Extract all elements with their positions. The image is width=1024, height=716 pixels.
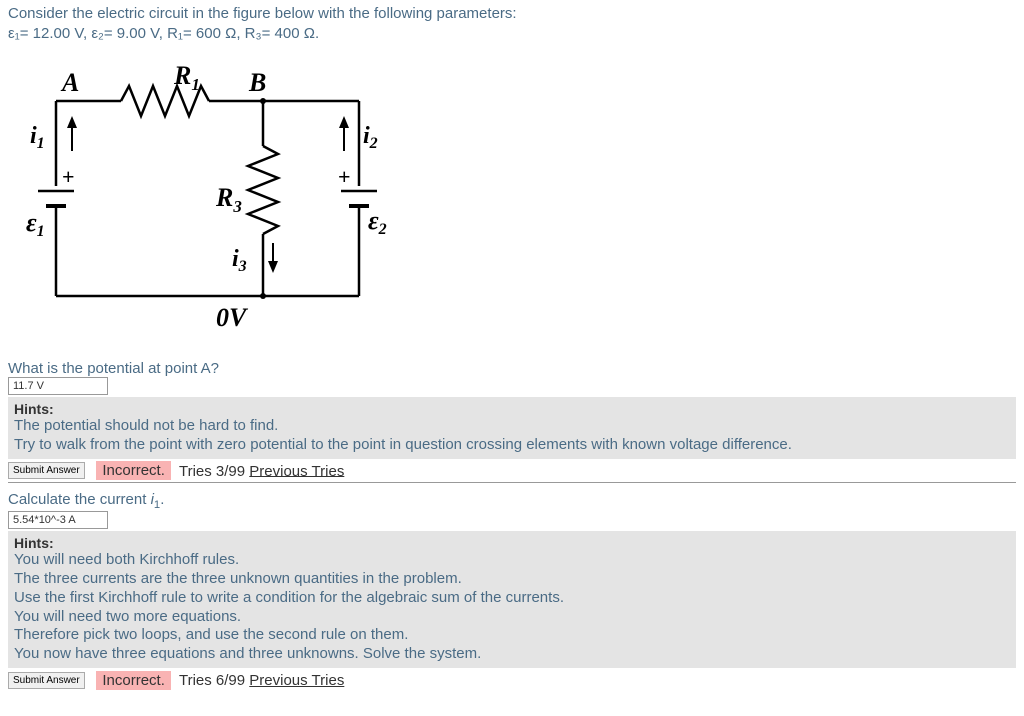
svg-text:A: A xyxy=(60,68,79,97)
svg-text:i1: i1 xyxy=(30,123,45,152)
q1-question: What is the potential at point A? xyxy=(8,360,1016,377)
q1-tries: Tries 3/99 xyxy=(179,462,249,479)
q1-previous-tries-link[interactable]: Previous Tries xyxy=(249,462,344,479)
circuit-diagram: A R1 B i1 + ε1 0V R3 i3 xyxy=(26,51,1016,344)
q2-status: Incorrect. xyxy=(96,671,171,690)
svg-text:ε2: ε2 xyxy=(368,206,387,238)
svg-text:i2: i2 xyxy=(363,123,378,152)
q1-answer-input[interactable]: 11.7 V xyxy=(8,377,108,395)
q2-hints: Hints: You will need both Kirchhoff rule… xyxy=(8,531,1016,668)
svg-text:+: + xyxy=(338,164,351,189)
q2-submit-button[interactable]: Submit Answer xyxy=(8,672,85,689)
svg-text:B: B xyxy=(248,68,266,97)
q2-answer-input[interactable]: 5.54*10^-3 A xyxy=(8,511,108,529)
q1-hint1: The potential should not be hard to find… xyxy=(14,417,278,434)
q1-hints: Hints: The potential should not be hard … xyxy=(8,397,1016,459)
q2-tries: Tries 6/99 xyxy=(179,672,249,689)
q2-hint3: Use the first Kirchhoff rule to write a … xyxy=(14,589,564,606)
hints-label: Hints: xyxy=(14,401,54,417)
svg-text:R3: R3 xyxy=(215,183,242,216)
svg-text:ε1: ε1 xyxy=(26,208,45,240)
q1-result: Submit Answer Incorrect. Tries 3/99 Prev… xyxy=(8,462,1016,484)
q2-question: Calculate the current i1. xyxy=(8,491,1016,511)
q2-hint4: You will need two more equations. xyxy=(14,608,241,625)
svg-text:+: + xyxy=(62,164,75,189)
q2-previous-tries-link[interactable]: Previous Tries xyxy=(249,672,344,689)
svg-text:0V: 0V xyxy=(216,303,249,332)
q1-hint2: Try to walk from the point with zero pot… xyxy=(14,436,792,453)
q2-hint6: You now have three equations and three u… xyxy=(14,645,481,662)
q2-result: Submit Answer Incorrect. Tries 6/99 Prev… xyxy=(8,671,1016,689)
intro-line2: ε₁= 12.00 V, ε₂= 9.00 V, R₁= 600 Ω, R₃= … xyxy=(8,25,319,42)
q1-submit-button[interactable]: Submit Answer xyxy=(8,462,85,479)
svg-text:i3: i3 xyxy=(232,246,247,275)
q2-hint2: The three currents are the three unknown… xyxy=(14,570,462,587)
problem-intro: Consider the electric circuit in the fig… xyxy=(8,4,1016,43)
q1-status: Incorrect. xyxy=(96,461,171,480)
intro-line1: Consider the electric circuit in the fig… xyxy=(8,5,517,22)
q2-hint1: You will need both Kirchhoff rules. xyxy=(14,551,239,568)
hints-label: Hints: xyxy=(14,535,54,551)
q2-hint5: Therefore pick two loops, and use the se… xyxy=(14,626,408,643)
